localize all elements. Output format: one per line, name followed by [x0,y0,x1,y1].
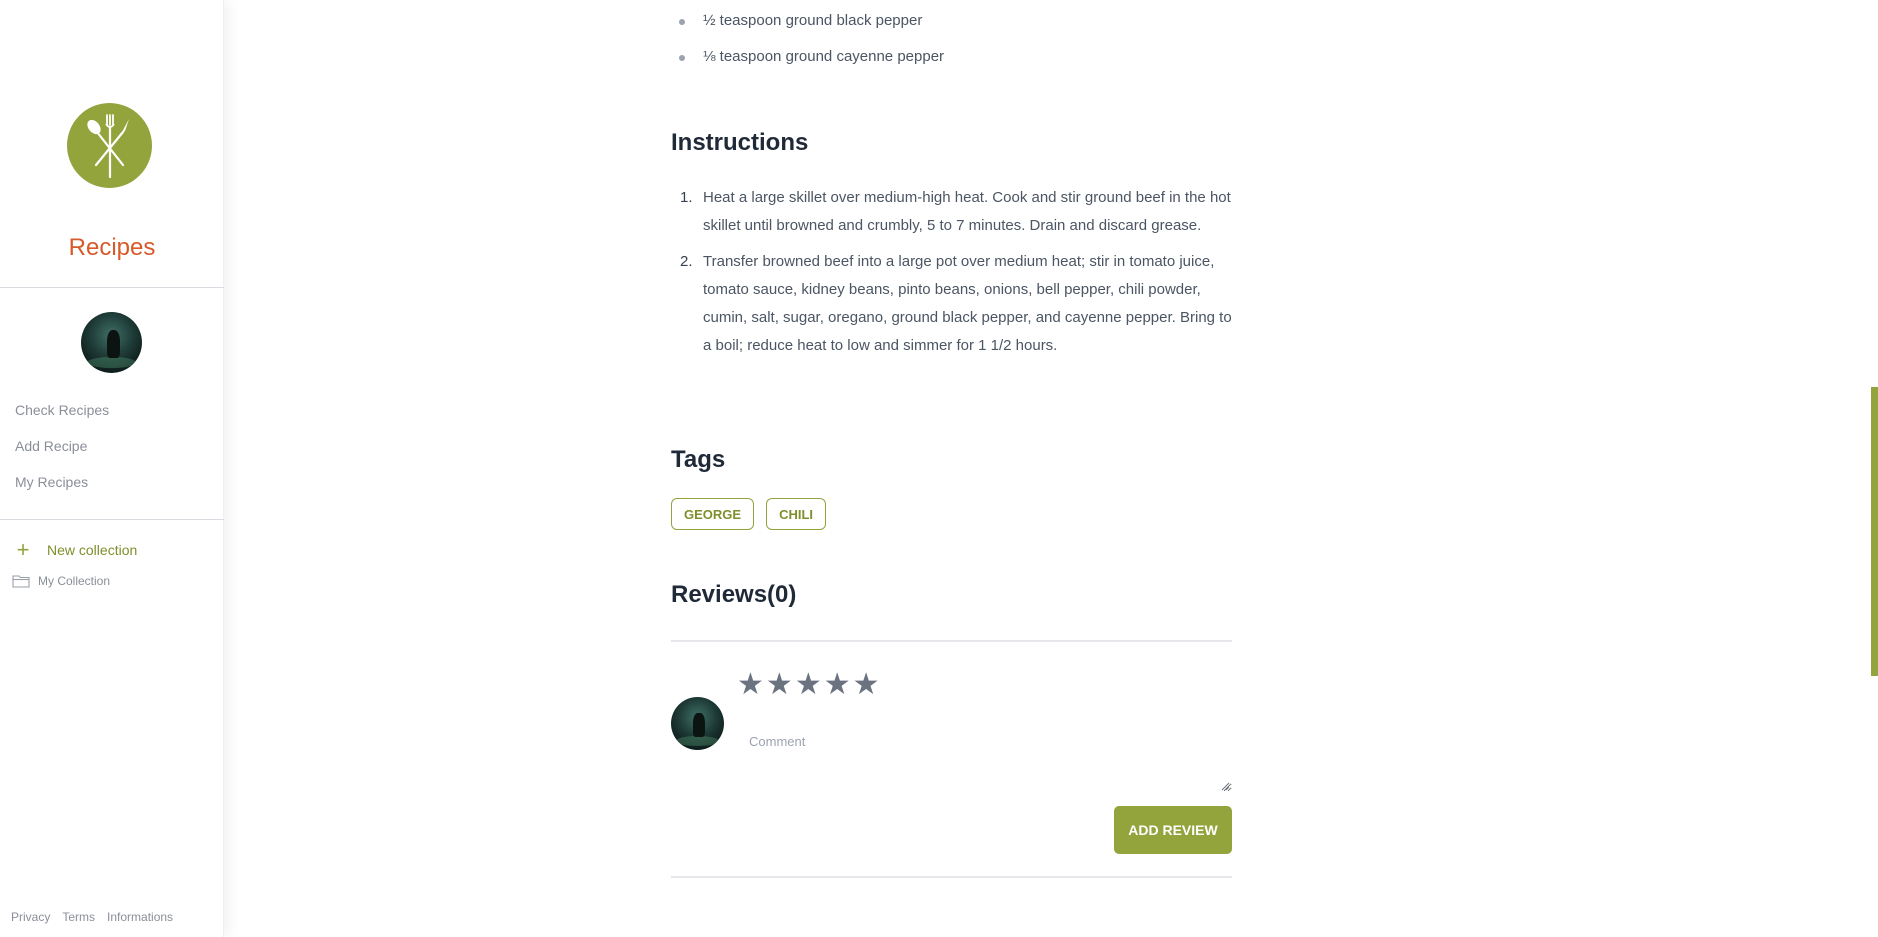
step-text: Transfer browned beef into a large pot o… [703,253,1232,354]
folder-icon [12,575,30,588]
ingredient-item: ½ teaspoon ground black pepper [671,10,944,46]
ingredients-list: ½ teaspoon ground black pepper ⅛ teaspoo… [671,10,944,82]
star-icon[interactable]: ★ [853,668,880,702]
star-icon[interactable]: ★ [795,668,822,702]
footer-terms-link[interactable]: Terms [62,910,95,924]
tag-george[interactable]: GEORGE [671,498,755,530]
app-title: Recipes [68,234,156,261]
instruction-step: 2. Transfer browned beef into a large po… [671,248,1232,360]
avatar-figure [106,330,121,359]
resize-grip-icon[interactable] [1221,782,1230,791]
star-icon[interactable]: ★ [737,668,764,702]
reviews-bottom-divider [671,876,1232,878]
app-logo[interactable] [67,103,152,188]
avatar-glow [87,357,136,369]
footer-privacy-link[interactable]: Privacy [11,910,50,924]
avatar-glow [676,736,719,746]
star-icon[interactable]: ★ [824,668,851,702]
tag-chili[interactable]: CHILI [766,498,827,530]
step-number: 2. [680,253,693,270]
collection-label: My Collection [38,574,111,588]
sidebar: Recipes Check Recipes Add Recipe My Reci… [0,0,224,937]
tags-list: GEORGE CHILI [671,498,827,530]
instructions-list: 1. Heat a large skillet over medium-high… [671,184,1232,368]
step-text: Heat a large skillet over medium-high he… [703,189,1231,234]
nav-my-recipes[interactable]: My Recipes [15,474,88,490]
add-review-button[interactable]: ADD REVIEW [1114,806,1232,854]
footer-links: Privacy Terms Informations [11,910,173,924]
instructions-heading: Instructions [671,129,809,156]
utensils-icon [87,114,129,179]
new-collection-label: New collection [47,542,138,558]
sidebar-divider [0,287,224,288]
tags-heading: Tags [671,446,726,473]
step-number: 1. [680,189,693,206]
new-collection-button[interactable]: + New collection [13,537,138,562]
reviews-divider [671,640,1232,642]
footer-informations-link[interactable]: Informations [107,910,173,924]
scroll-indicator[interactable] [1871,387,1878,676]
user-avatar[interactable] [81,312,142,373]
collection-item[interactable]: My Collection [12,574,110,588]
nav-check-recipes[interactable]: Check Recipes [15,402,109,418]
sidebar-divider [0,519,224,520]
ingredient-item: ⅛ teaspoon ground cayenne pepper [671,46,944,82]
nav-add-recipe[interactable]: Add Recipe [15,438,87,454]
reviewer-avatar [671,697,724,750]
star-icon[interactable]: ★ [766,668,793,702]
instruction-step: 1. Heat a large skillet over medium-high… [671,184,1232,240]
avatar-figure [693,712,705,738]
plus-icon: + [16,537,30,562]
reviews-heading: Reviews(0) [671,581,797,608]
comment-input[interactable] [737,726,1232,792]
rating-stars[interactable]: ★ ★ ★ ★ ★ [737,668,880,702]
